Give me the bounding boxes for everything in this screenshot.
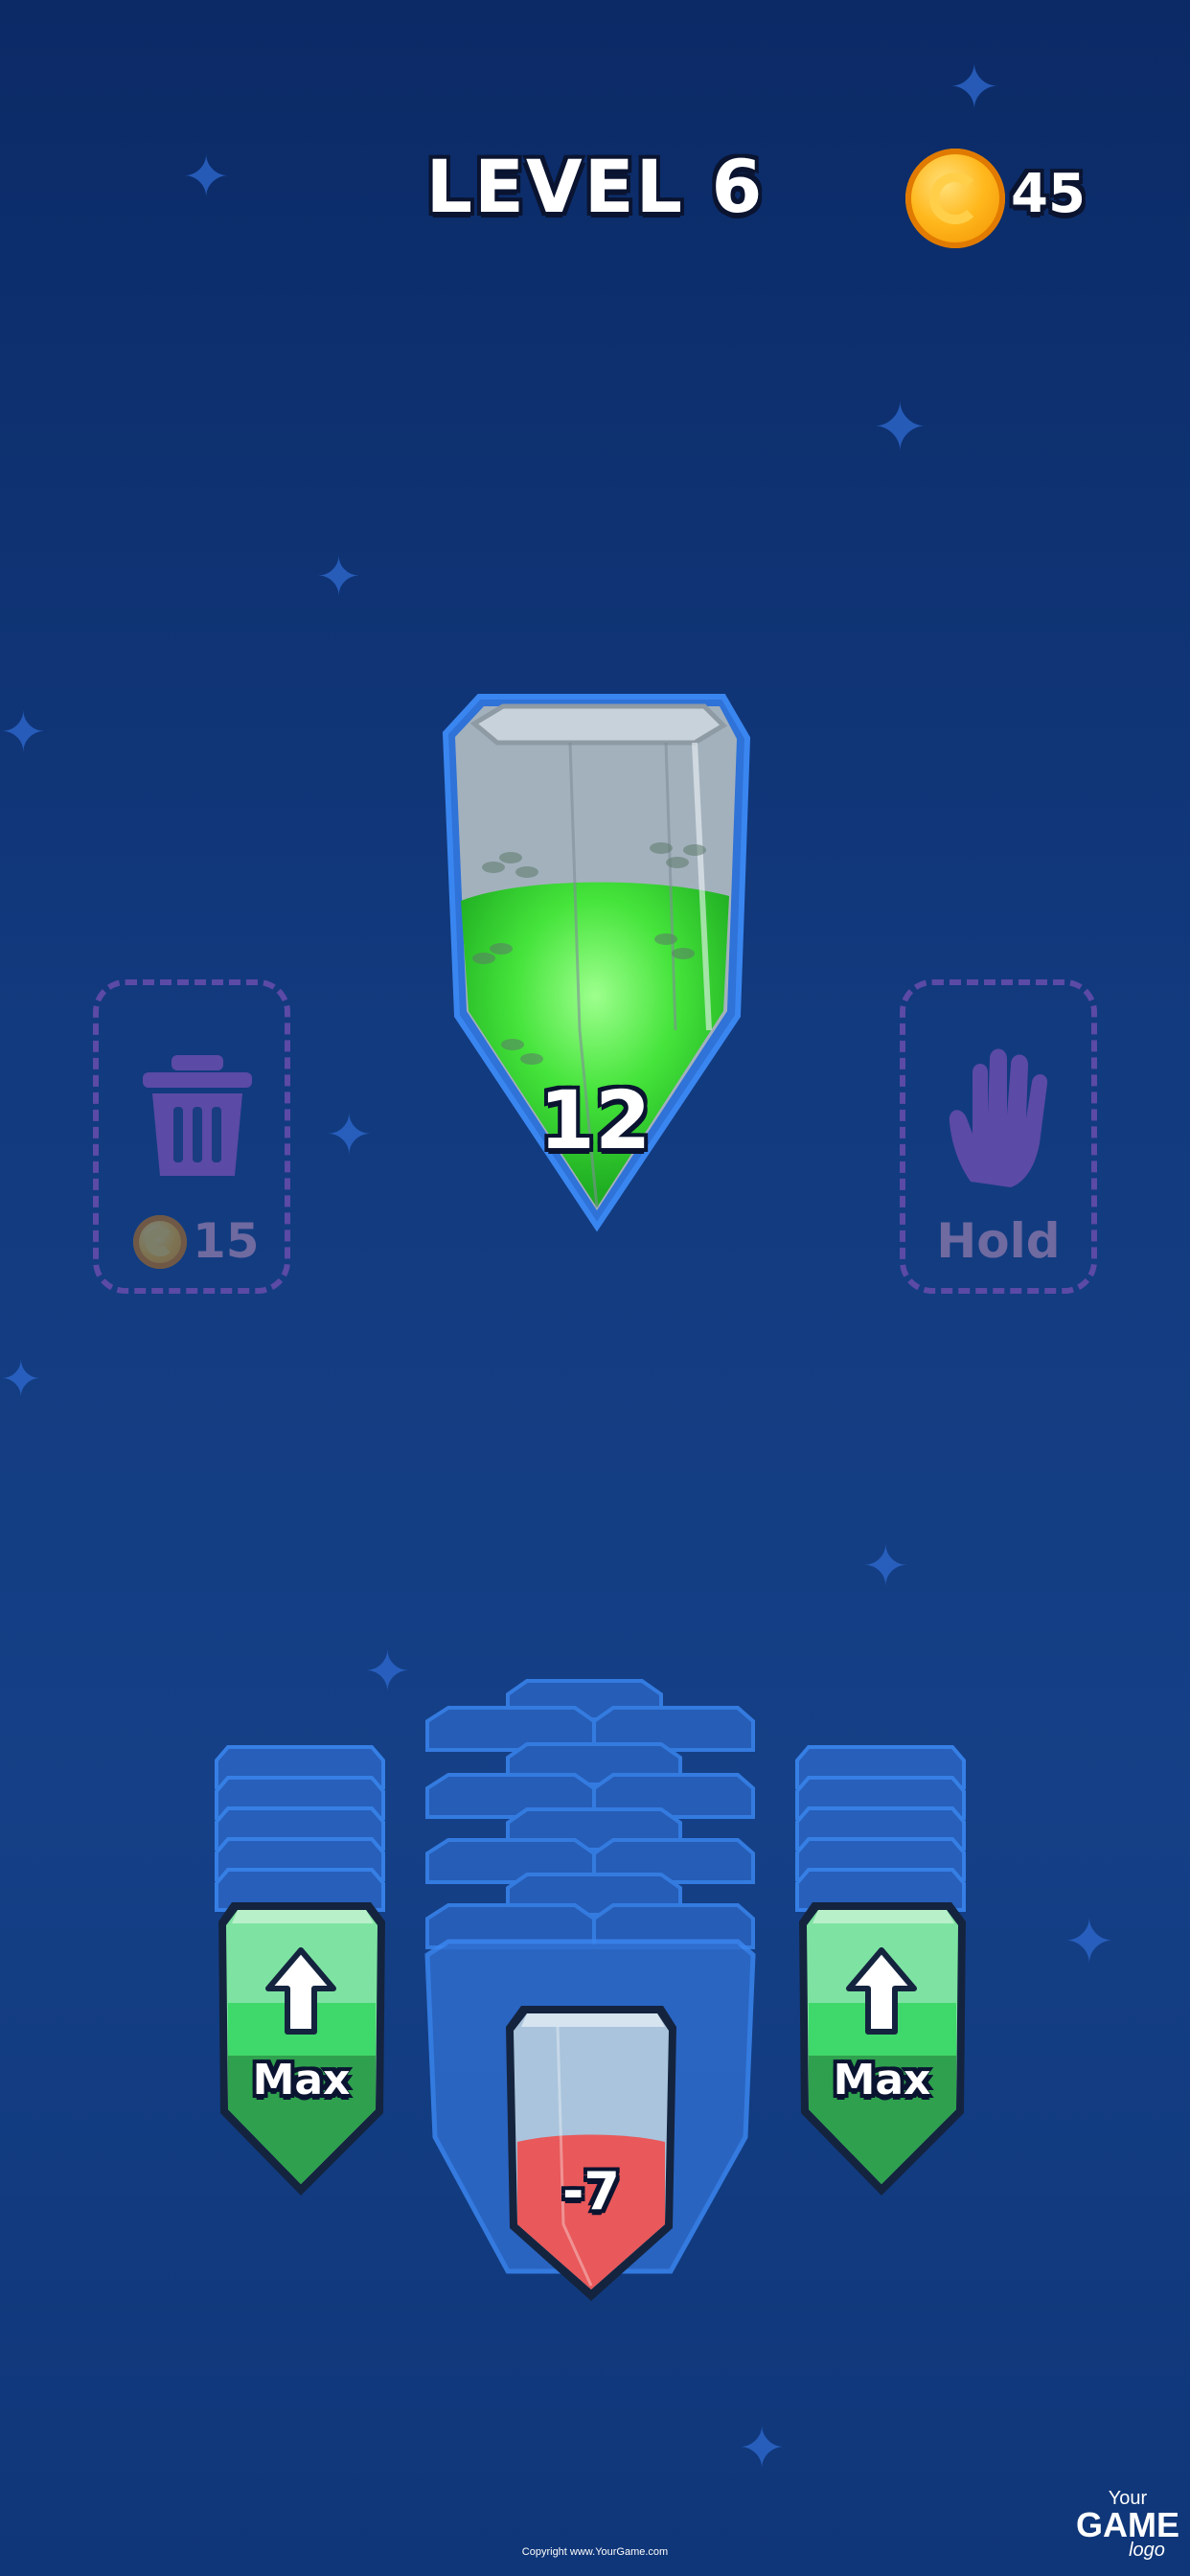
- trash-cost: 15: [193, 1213, 260, 1269]
- coin-icon: [133, 1215, 187, 1269]
- hold-slot[interactable]: Hold: [900, 979, 1097, 1294]
- sparkle-icon: ✦: [326, 1102, 373, 1167]
- sparkle-icon: ✦: [862, 1533, 909, 1598]
- center-crystal-value: -7: [562, 2161, 620, 2221]
- sparkle-icon: ✦: [316, 546, 361, 609]
- right-max-label: Max: [833, 2056, 931, 2104]
- sparkle-icon: ✦: [1064, 1907, 1115, 1978]
- main-crystal-value: 12: [538, 1073, 652, 1167]
- trash-slot[interactable]: 15: [93, 979, 290, 1294]
- sparkle-icon: ✦: [0, 1351, 42, 1409]
- center-red-crystal[interactable]: [500, 1998, 682, 2305]
- sparkle-icon: ✦: [738, 2415, 787, 2482]
- sparkle-icon: ✦: [872, 388, 928, 467]
- sparkle-icon: ✦: [949, 53, 1000, 124]
- copyright-text: Copyright www.YourGame.com: [521, 2546, 669, 2558]
- left-max-label: Max: [252, 2056, 351, 2104]
- left-max-crystal[interactable]: [213, 1893, 390, 2199]
- hold-label: Hold: [936, 1213, 1061, 1269]
- hand-icon: [949, 1048, 1048, 1187]
- logo-bottom: logo: [1129, 2540, 1165, 2561]
- sparkle-icon: ✦: [0, 700, 47, 765]
- game-logo: Your GAME logo: [1071, 2488, 1184, 2564]
- sparkle-icon: ✦: [364, 1639, 411, 1704]
- coin-icon: [905, 149, 1005, 248]
- trash-icon: [143, 1055, 252, 1176]
- right-max-crystal[interactable]: [793, 1893, 971, 2199]
- coin-count: 45: [1011, 163, 1086, 225]
